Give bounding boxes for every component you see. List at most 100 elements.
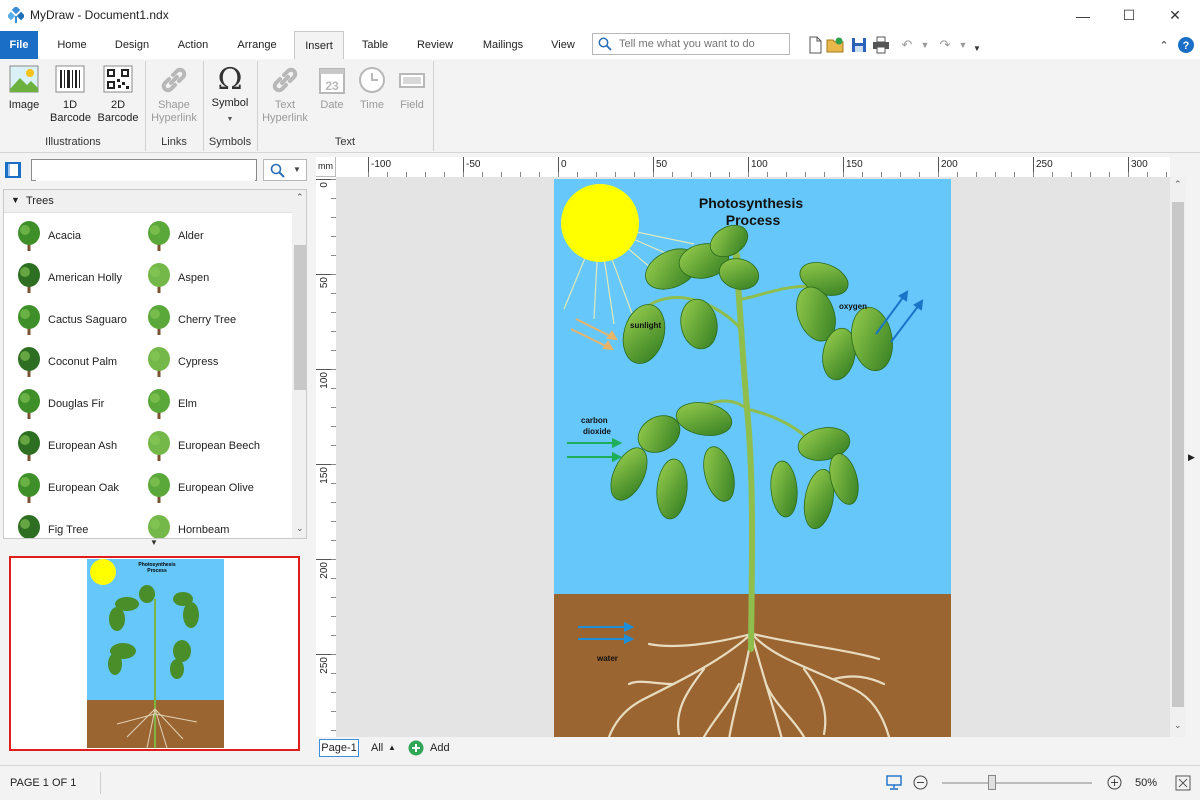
carbon-label-line1[interactable]: carbon bbox=[581, 416, 608, 425]
library-book-icon[interactable] bbox=[4, 161, 22, 179]
fit-page-monitor-icon[interactable] bbox=[886, 775, 902, 790]
scroll-up-icon[interactable]: ⌃ bbox=[296, 192, 304, 203]
drawing-title-line2[interactable]: Process bbox=[726, 212, 781, 228]
shape-item-european-beech[interactable]: European Beech bbox=[134, 425, 264, 467]
tab-review[interactable]: Review bbox=[408, 31, 462, 59]
shape-item-fig-tree[interactable]: Fig Tree bbox=[4, 509, 134, 538]
symbol-button[interactable]: Ω Symbol ▼ bbox=[207, 63, 253, 133]
shape-item-label: Alder bbox=[178, 230, 204, 242]
print-icon[interactable] bbox=[872, 36, 890, 54]
scrollbar-thumb[interactable] bbox=[1172, 202, 1184, 707]
text-hyperlink-label: Text Hyperlink bbox=[262, 99, 308, 124]
tree-icon bbox=[148, 515, 170, 538]
shape-item-european-oak[interactable]: European Oak bbox=[4, 467, 134, 509]
oxygen-label[interactable]: oxygen bbox=[839, 302, 867, 311]
water-label[interactable]: water bbox=[596, 654, 618, 663]
shape-item-cherry-tree[interactable]: Cherry Tree bbox=[134, 299, 264, 341]
tab-design[interactable]: Design bbox=[104, 31, 160, 59]
library-search-input[interactable] bbox=[36, 161, 255, 181]
tell-me-input[interactable] bbox=[617, 37, 786, 51]
zoom-level: 50% bbox=[1135, 777, 1158, 789]
tab-arrange[interactable]: Arrange bbox=[226, 31, 288, 59]
close-button[interactable]: ✕ bbox=[1152, 0, 1198, 31]
save-icon[interactable] bbox=[850, 36, 868, 54]
fullscreen-icon[interactable] bbox=[1175, 775, 1191, 791]
add-page-button[interactable]: Add bbox=[430, 742, 450, 754]
field-button[interactable]: Field bbox=[394, 63, 430, 133]
library-search-button[interactable]: ▼ bbox=[263, 159, 307, 181]
drawing-canvas[interactable]: Photosynthesis Process sunlight oxygen c… bbox=[336, 177, 1170, 737]
undo-dropdown-icon[interactable]: ▼ bbox=[916, 36, 934, 54]
date-button[interactable]: 23 Date bbox=[314, 63, 350, 133]
shape-item-coconut-palm[interactable]: Coconut Palm bbox=[4, 341, 134, 383]
splitter-arrow-icon[interactable]: ▼ bbox=[150, 538, 158, 547]
shape-item-european-ash[interactable]: European Ash bbox=[4, 425, 134, 467]
tab-file[interactable]: File bbox=[0, 31, 38, 59]
scroll-up-icon[interactable]: ⌃ bbox=[1174, 179, 1182, 190]
shape-item-cactus-saguaro[interactable]: Cactus Saguaro bbox=[4, 299, 134, 341]
zoom-in-icon[interactable] bbox=[1107, 775, 1122, 790]
sunlight-label[interactable]: sunlight bbox=[630, 321, 661, 330]
thumbnail-drawing: Photosynthesis Process bbox=[87, 559, 224, 748]
shape-item-label: European Olive bbox=[178, 482, 254, 494]
ruler-label: 100 bbox=[751, 159, 768, 170]
tell-me-box[interactable] bbox=[592, 33, 790, 55]
expand-right-panel-icon[interactable]: ▶ bbox=[1188, 452, 1195, 463]
tab-home[interactable]: Home bbox=[46, 31, 98, 59]
time-button[interactable]: Time bbox=[354, 63, 390, 133]
minimize-button[interactable]: — bbox=[1060, 0, 1106, 31]
shape-item-alder[interactable]: Alder bbox=[134, 215, 264, 257]
zoom-slider-thumb[interactable] bbox=[987, 775, 996, 790]
open-folder-icon[interactable] bbox=[826, 36, 844, 54]
text-hyperlink-button[interactable]: Text Hyperlink bbox=[260, 63, 310, 133]
add-page-icon[interactable] bbox=[408, 740, 424, 756]
scroll-down-icon[interactable]: ⌄ bbox=[1174, 720, 1182, 731]
drawing-title-line1[interactable]: Photosynthesis bbox=[699, 195, 803, 211]
scroll-down-icon[interactable]: ⌄ bbox=[296, 523, 304, 534]
tree-icon bbox=[148, 473, 170, 503]
tab-action[interactable]: Action bbox=[166, 31, 220, 59]
zoom-slider-track[interactable] bbox=[942, 782, 1092, 784]
tree-icon bbox=[18, 347, 40, 377]
chevron-up-icon[interactable]: ▲ bbox=[388, 743, 396, 752]
shape-item-acacia[interactable]: Acacia bbox=[4, 215, 134, 257]
undo-icon[interactable]: ↶ bbox=[898, 36, 916, 54]
maximize-button[interactable]: ☐ bbox=[1106, 0, 1152, 31]
library-search-field[interactable] bbox=[31, 159, 257, 181]
scrollbar-thumb[interactable] bbox=[294, 245, 306, 390]
all-pages-button[interactable]: All bbox=[371, 742, 383, 754]
shape-item-elm[interactable]: Elm bbox=[134, 383, 264, 425]
shape-item-aspen[interactable]: Aspen bbox=[134, 257, 264, 299]
tab-table[interactable]: Table bbox=[352, 31, 398, 59]
image-button[interactable]: Image bbox=[4, 63, 44, 133]
canvas-vertical-scrollbar[interactable]: ⌃ ⌄ bbox=[1170, 177, 1186, 737]
shape-item-cypress[interactable]: Cypress bbox=[134, 341, 264, 383]
page-navigator-thumbnail[interactable]: Photosynthesis Process bbox=[9, 556, 300, 751]
page-tab-1[interactable]: Page-1 bbox=[319, 739, 359, 757]
collapse-ribbon-icon[interactable]: ⌃ bbox=[1155, 36, 1173, 54]
new-document-icon[interactable] bbox=[806, 36, 824, 54]
redo-dropdown-icon[interactable]: ▼ bbox=[954, 36, 972, 54]
shape-hyperlink-button[interactable]: Shape Hyperlink bbox=[149, 63, 199, 133]
ruler-label: 50 bbox=[319, 277, 330, 289]
tab-mailings[interactable]: Mailings bbox=[472, 31, 534, 59]
status-separator bbox=[100, 772, 101, 794]
help-icon[interactable]: ? bbox=[1177, 36, 1195, 54]
drawing-page[interactable]: Photosynthesis Process sunlight oxygen c… bbox=[554, 179, 951, 737]
tree-icon bbox=[148, 305, 170, 335]
tab-insert[interactable]: Insert bbox=[294, 31, 344, 59]
customize-quick-access-icon[interactable]: ▼ bbox=[972, 41, 982, 55]
shape-list-scrollbar[interactable]: ⌃ ⌄ bbox=[292, 190, 306, 538]
sun-shape[interactable] bbox=[561, 184, 639, 262]
shape-item-douglas-fir[interactable]: Douglas Fir bbox=[4, 383, 134, 425]
barcode-2d-button[interactable]: 2D Barcode bbox=[96, 63, 140, 133]
redo-icon[interactable]: ↷ bbox=[936, 36, 954, 54]
zoom-out-icon[interactable] bbox=[913, 775, 928, 790]
category-header-trees[interactable]: ▼ Trees bbox=[4, 190, 292, 213]
shape-item-hornbeam[interactable]: Hornbeam bbox=[134, 509, 264, 538]
shape-item-american-holly[interactable]: American Holly bbox=[4, 257, 134, 299]
barcode-1d-button[interactable]: 1D Barcode bbox=[50, 63, 91, 133]
tab-view[interactable]: View bbox=[542, 31, 584, 59]
shape-item-european-olive[interactable]: European Olive bbox=[134, 467, 264, 509]
carbon-label-line2[interactable]: dioxide bbox=[583, 427, 612, 436]
